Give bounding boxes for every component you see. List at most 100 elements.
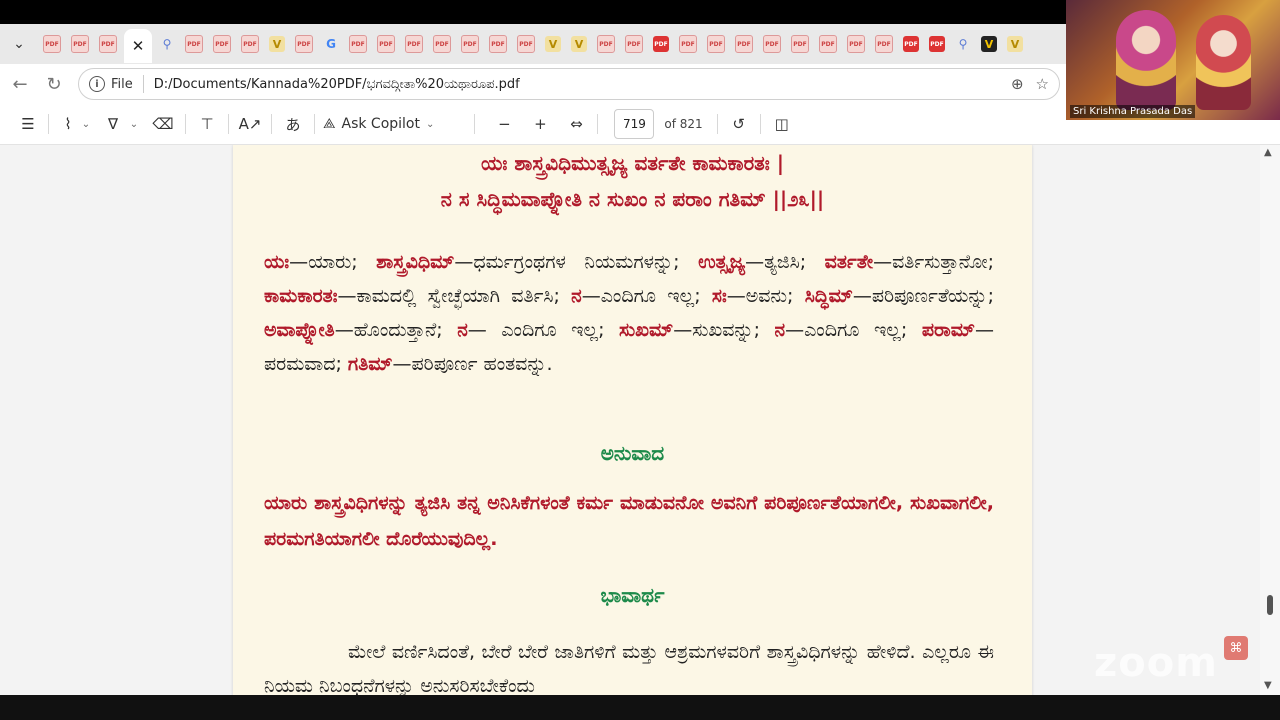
vertical-scrollbar[interactable]: ▲ ▼ [1260,145,1280,695]
tab-pdf-icon[interactable]: PDF [295,35,313,53]
tab-pdf-icon[interactable]: PDF [185,35,203,53]
tab-pdf-icon[interactable]: PDF [461,35,479,53]
zoom-out-icon[interactable]: − [491,110,517,138]
info-icon[interactable]: i [89,76,105,92]
zoom-in-icon[interactable]: + [527,110,553,138]
read-aloud-icon[interactable]: A↗ [237,110,263,138]
tab-search-icon[interactable]: ⚲ [159,36,175,52]
reload-icon[interactable]: ↻ [40,70,68,98]
favorite-star-icon[interactable]: ☆ [1036,75,1049,93]
word-meaning-term: ನ [571,285,582,307]
word-meaning-definition: —ತ್ಯಜಿಸಿ; [745,251,825,273]
word-meaning-definition: —ಅವನು; [726,285,805,307]
tab-pdf-icon[interactable]: PDF [707,35,725,53]
copilot-icon: ⟁ [323,116,336,132]
page-number-input[interactable]: 719 [614,109,655,139]
url-text[interactable]: D:/Documents/Kannada%20PDF/ಭಗವದ್ಗೀತಾ%20ಯ… [154,77,520,92]
tab-pdf-icon[interactable]: PDF [597,35,615,53]
tab-pdf-icon[interactable]: PDF [489,35,507,53]
text-box-icon[interactable]: ⊤ [194,110,220,138]
purport-text: ಮೇಲೆ ವರ್ಣಿಸಿದಂತೆ, ಬೇರೆ ಬೇರೆ ಜಾತಿಗಳಿಗೆ ಮತ… [264,641,994,695]
word-meaning-definition: —ಧರ್ಮಗ್ರಂಥಗಳ ನಿಯಮಗಳನ್ನು; [454,251,699,273]
tab-pdf-icon[interactable]: PDF [433,35,451,53]
highlight-icon[interactable]: ⌇ [57,110,79,138]
chevron-down-icon: ⌄ [426,118,435,130]
url-divider [142,75,144,93]
participant-video[interactable]: Sri Krishna Prasada Das [1066,0,1280,120]
tab-v-icon[interactable]: V [571,36,587,52]
zoom-page-icon[interactable]: ⊕ [1011,75,1024,93]
word-meaning-term: ಯಃ [264,251,290,273]
tab-v-icon[interactable]: V [269,36,285,52]
zoom-watermark: zoom [1094,640,1218,686]
tab-v-icon[interactable]: V [545,36,561,52]
tab-pdf-icon[interactable]: PDF [625,35,643,53]
translate-icon[interactable]: あ [280,110,306,138]
back-icon[interactable]: ← [6,70,34,98]
tab-google-icon[interactable]: G [323,36,339,52]
tab-pdf-icon[interactable]: PDF [875,35,893,53]
eraser-icon[interactable]: ⌫ [149,110,177,138]
tab-pdf-icon[interactable]: PDF [819,35,837,53]
word-meaning-term: ಶಾಸ್ತ್ರವಿಧಿಮ್ [376,251,455,273]
tab-pdf-icon[interactable]: PDF [349,35,367,53]
tab-pdf-icon[interactable]: PDF [929,36,945,52]
verse-line-2: ನ ಸ ಸಿದ್ಧಿಮವಾಪ್ನೋತಿ ನ ಸುಖಂ ನ ಪರಾಂ ಗತಿಮ್ … [440,187,825,211]
pdf-page: ಯಃ ಶಾಸ್ತ್ರವಿಧಿಮುತ್ಸೃಜ್ಯ ವರ್ತತೇ ಕಾಮಕಾರತಃ … [233,145,1032,695]
tab-pdf-icon[interactable]: PDF [847,35,865,53]
tab-pdf-icon[interactable]: PDF [679,35,697,53]
word-meaning-term: ವರ್ತತೇ [824,251,874,273]
rotate-icon[interactable]: ↺ [726,110,752,138]
tab-search-dropdown-button[interactable]: ⌄ [6,31,32,57]
purport-heading: ಭಾವಾರ್ಥ [600,583,665,607]
tab-pdf-icon[interactable]: PDF [99,35,117,53]
toolbar-divider [228,114,229,134]
toolbar-divider [759,114,761,134]
tab-pdf-icon[interactable]: PDF [405,35,423,53]
tab-pdf-icon[interactable]: PDF [653,36,669,52]
verse-line-1: ಯಃ ಶಾಸ್ತ್ರವಿಧಿಮುತ್ಸೃಜ್ಯ ವರ್ತತೇ ಕಾಮಕಾರತಃ … [480,151,785,175]
tab-v-icon[interactable]: V [981,36,997,52]
toolbar-divider [314,114,315,134]
tab-pdf-icon[interactable]: PDF [735,35,753,53]
tab-v-icon[interactable]: V [1007,36,1023,52]
tab-pdf-icon[interactable]: PDF [517,35,535,53]
highlight-dropdown-icon[interactable]: ⌄ [79,110,93,138]
word-meaning-definition: —ಎಂದಿಗೂ ಇಲ್ಲ; [581,285,712,307]
word-meaning-term: ಗತಿಮ್ [347,353,393,375]
word-meaning-term: ಪರಾಮ್ [921,319,975,341]
tab-pdf-icon[interactable]: PDF [213,35,231,53]
tab-pdf-icon[interactable]: PDF [241,35,259,53]
translation-heading: ಅನುವಾದ [600,441,665,465]
tab-strip: ⌄ PDF PDF PDF ✕ ⚲ PDF PDF PDF V PDF G PDF PDF PDF PDF P… [0,24,1066,64]
tab-pdf-icon[interactable]: PDF [71,35,89,53]
tab-search-icon[interactable]: ⚲ [955,36,971,52]
tab-pdf-icon[interactable]: PDF [791,35,809,53]
word-meaning-definition: —ಹೊಂದುತ್ತಾನೆ; [334,319,458,341]
participant-name: Sri Krishna Prasada Das [1070,105,1196,118]
contents-list-icon[interactable]: ☰ [16,110,40,138]
tab-pdf-icon[interactable]: PDF [43,35,61,53]
fit-to-width-icon[interactable]: ⇔ [563,110,589,138]
draw-icon[interactable]: ∇ [99,110,127,138]
active-tab-close-icon[interactable]: ✕ [124,29,152,63]
scroll-thumb[interactable] [1267,595,1273,615]
scroll-up-icon[interactable]: ▲ [1264,147,1272,158]
page-view-icon[interactable]: ◫ [769,110,795,138]
toolbar-divider [271,114,272,134]
bottom-bar [0,695,1280,720]
url-box[interactable]: i File D:/Documents/Kannada%20PDF/ಭಗವದ್ಗ… [78,68,1060,100]
ask-copilot-button[interactable]: ⟁ Ask Copilot ⌄ [323,110,434,138]
tab-pdf-icon[interactable]: PDF [763,35,781,53]
tab-pdf-icon[interactable]: PDF [903,36,919,52]
word-meaning-term: ಸುಖಮ್ [619,319,674,341]
toolbar-divider [716,114,718,134]
scroll-down-icon[interactable]: ▼ [1264,680,1272,691]
word-meaning-definition: —ಸುಖವನ್ನು; [673,319,775,341]
draw-dropdown-icon[interactable]: ⌄ [127,110,141,138]
document-viewport[interactable]: ಯಃ ಶಾಸ್ತ್ರವಿಧಿಮುತ್ಸೃಜ್ಯ ವರ್ತತೇ ಕಾಮಕಾರತಃ … [0,145,1260,695]
word-meaning-definition: —ಎಂದಿಗೂ ಇಲ್ಲ; [785,319,922,341]
word-meaning-term: ಕಾಮಕಾರತಃ [264,285,338,307]
word-meaning-definition: —ವರ್ತಿಸುತ್ತಾನೋ; [873,251,995,273]
tab-pdf-icon[interactable]: PDF [377,35,395,53]
